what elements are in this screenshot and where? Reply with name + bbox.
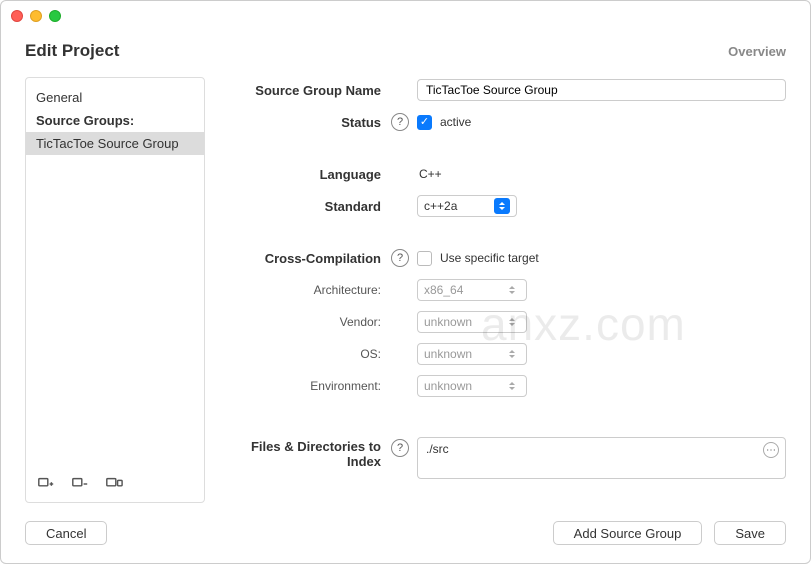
chevron-updown-icon [504,314,520,330]
use-specific-target-checkbox[interactable] [417,251,432,266]
more-options-icon[interactable]: ⋯ [763,442,779,458]
sidebar-item-tictactoe[interactable]: TicTacToe Source Group [26,132,204,155]
vendor-select[interactable]: unknown [417,311,527,333]
chevron-updown-icon [504,282,520,298]
help-icon[interactable]: ? [391,439,409,457]
os-value: unknown [424,347,472,361]
architecture-select[interactable]: x86_64 [417,279,527,301]
status-active-text: active [438,115,471,129]
cancel-button[interactable]: Cancel [25,521,107,545]
duplicate-item-icon[interactable] [104,474,124,494]
help-icon[interactable]: ? [391,113,409,131]
sidebar-item-source-groups-header: Source Groups: [26,109,204,132]
standard-select[interactable]: c++2a [417,195,517,217]
use-specific-target-text: Use specific target [438,251,539,265]
environment-label: Environment: [221,379,391,393]
standard-label: Standard [221,199,391,214]
add-source-group-button[interactable]: Add Source Group [553,521,703,545]
files-dirs-input[interactable]: ./src ⋯ [417,437,786,479]
architecture-value: x86_64 [424,283,463,297]
cross-compilation-label: Cross-Compilation [221,251,391,266]
vendor-label: Vendor: [221,315,391,329]
architecture-label: Architecture: [221,283,391,297]
status-label: Status [221,115,391,130]
save-button[interactable]: Save [714,521,786,545]
overview-link[interactable]: Overview [728,44,786,59]
zoom-window-button[interactable] [49,10,61,22]
titlebar [1,1,810,31]
os-label: OS: [221,347,391,361]
chevron-updown-icon [504,346,520,362]
help-icon[interactable]: ? [391,249,409,267]
source-group-name-input[interactable] [417,79,786,101]
vendor-value: unknown [424,315,472,329]
minimize-window-button[interactable] [30,10,42,22]
status-active-checkbox[interactable] [417,115,432,130]
close-window-button[interactable] [11,10,23,22]
files-dirs-label: Files & Directories to Index [221,437,391,469]
chevron-updown-icon [504,378,520,394]
environment-value: unknown [424,379,472,393]
sidebar: General Source Groups: TicTacToe Source … [25,77,205,503]
files-dirs-value: ./src [426,442,449,456]
language-label: Language [221,167,391,182]
source-group-name-label: Source Group Name [221,83,391,98]
page-title: Edit Project [25,41,119,61]
standard-select-value: c++2a [424,199,457,213]
remove-item-icon[interactable] [70,474,90,494]
language-value: C++ [417,167,442,181]
environment-select[interactable]: unknown [417,375,527,397]
chevron-updown-icon [494,198,510,214]
os-select[interactable]: unknown [417,343,527,365]
sidebar-item-general[interactable]: General [26,86,204,109]
add-item-icon[interactable] [36,474,56,494]
